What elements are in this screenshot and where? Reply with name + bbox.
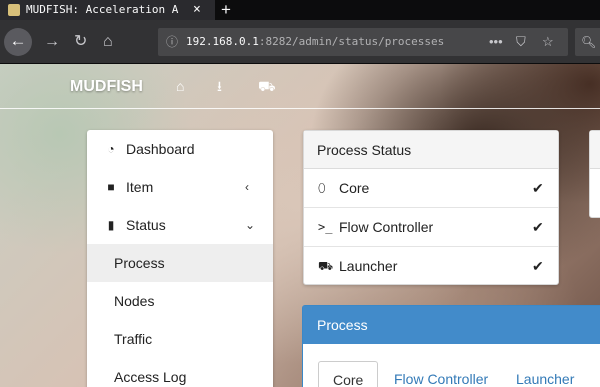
search-icon: 🔍︎ xyxy=(581,35,597,49)
status-row-flow-controller: >_ Flow Controller ✔ xyxy=(304,208,558,247)
search-box[interactable]: 🔍︎ xyxy=(575,28,600,56)
forward-arrow-icon[interactable]: → xyxy=(44,28,60,56)
header-divider xyxy=(0,108,600,109)
back-arrow-icon[interactable]: ← xyxy=(4,28,32,56)
check-icon: ✔ xyxy=(532,180,544,196)
process-status-panel: Process Status ⬯ Core ✔ >_ Flow Controll… xyxy=(303,130,559,285)
process-panel: Process Core Flow Controller Launcher xyxy=(302,305,600,387)
truck-icon: ⛟ xyxy=(318,259,334,273)
sidebar-item-label: Item xyxy=(126,179,154,195)
process-title: Process xyxy=(303,306,600,344)
home-icon[interactable]: ⌂ xyxy=(103,28,113,56)
sidebar: ◔ Dashboard ■ Item ‹ ▮ Status ⌄ Process … xyxy=(87,130,273,387)
status-row-launcher: ⛟ Launcher ✔ xyxy=(304,247,558,286)
sidebar-subitem-label: Traffic xyxy=(114,331,153,347)
sidebar-subitem-label: Process xyxy=(114,255,165,271)
chevron-left-icon: ‹ xyxy=(245,180,249,194)
offscreen-panel-header xyxy=(590,131,600,169)
home-icon[interactable]: ⌂ xyxy=(176,78,184,94)
info-icon[interactable]: ⓘ xyxy=(166,28,178,56)
pocket-icon[interactable]: ⛉ xyxy=(516,28,526,56)
chevron-down-icon: ⌄ xyxy=(245,218,256,232)
browser-toolbar: ← → ↻ ⌂ ⓘ 192.168.0.1:8282/admin/status/… xyxy=(0,20,600,64)
page-background: MUDFISH ⌂ ⭳ ⛟ ◔ Dashboard ■ Item ‹ ▮ Sta… xyxy=(0,64,600,387)
sidebar-subitem-access-log[interactable]: Access Log xyxy=(87,358,273,387)
sidebar-subitem-label: Access Log xyxy=(114,369,187,385)
status-row-label: Flow Controller xyxy=(339,219,434,235)
url-bar[interactable]: ⓘ 192.168.0.1:8282/admin/status/processe… xyxy=(158,28,568,56)
sidebar-item-label: Dashboard xyxy=(126,141,195,157)
sidebar-subitem-traffic[interactable]: Traffic xyxy=(87,320,273,358)
new-tab-button[interactable]: + xyxy=(221,0,231,19)
sidebar-subitem-label: Nodes xyxy=(114,293,155,309)
process-status-title: Process Status xyxy=(304,131,558,169)
sidebar-subitem-process[interactable]: Process xyxy=(87,244,273,282)
tab-launcher[interactable]: Launcher xyxy=(516,361,574,387)
browser-tab-strip: MUDFISH: Acceleration A × + xyxy=(0,0,600,20)
sidebar-subitem-nodes[interactable]: Nodes xyxy=(87,282,273,320)
status-row-core: ⬯ Core ✔ xyxy=(304,169,558,208)
sidebar-item-label: Status xyxy=(126,217,166,233)
cart-icon[interactable]: ⛟ xyxy=(258,78,276,94)
star-icon[interactable]: ☆ xyxy=(542,28,554,56)
tab-title: MUDFISH: Acceleration A xyxy=(26,3,179,16)
status-row-label: Launcher xyxy=(339,258,398,274)
reload-icon[interactable]: ↻ xyxy=(74,28,87,56)
gift-icon: ■ xyxy=(107,180,115,194)
download-icon[interactable]: ⭳ xyxy=(217,78,222,94)
dashboard-icon: ◔ xyxy=(107,142,115,156)
check-icon: ✔ xyxy=(532,219,544,235)
url-text[interactable]: 192.168.0.1:8282/admin/status/processes xyxy=(186,28,444,56)
status-row-label: Core xyxy=(339,180,370,196)
close-tab-icon[interactable]: × xyxy=(193,0,201,20)
offscreen-panel xyxy=(589,130,600,218)
check-icon: ✔ xyxy=(532,258,544,274)
more-icon[interactable]: ••• xyxy=(489,28,503,56)
brand-logo[interactable]: MUDFISH xyxy=(70,78,143,96)
terminal-icon: >_ xyxy=(318,220,333,234)
favicon-icon xyxy=(8,4,20,16)
browser-tab[interactable]: MUDFISH: Acceleration A × xyxy=(0,0,215,20)
sidebar-item-item[interactable]: ■ Item ‹ xyxy=(87,168,273,206)
leaf-icon: ⬯ xyxy=(318,181,326,195)
sidebar-item-dashboard[interactable]: ◔ Dashboard xyxy=(87,130,273,168)
tab-flow-controller[interactable]: Flow Controller xyxy=(394,361,488,387)
url-path: :8282/admin/status/processes xyxy=(258,35,445,48)
url-host: 192.168.0.1 xyxy=(186,35,259,48)
bar-chart-icon: ▮ xyxy=(107,218,115,232)
sidebar-item-status[interactable]: ▮ Status ⌄ xyxy=(87,206,273,244)
tab-core[interactable]: Core xyxy=(318,361,379,387)
